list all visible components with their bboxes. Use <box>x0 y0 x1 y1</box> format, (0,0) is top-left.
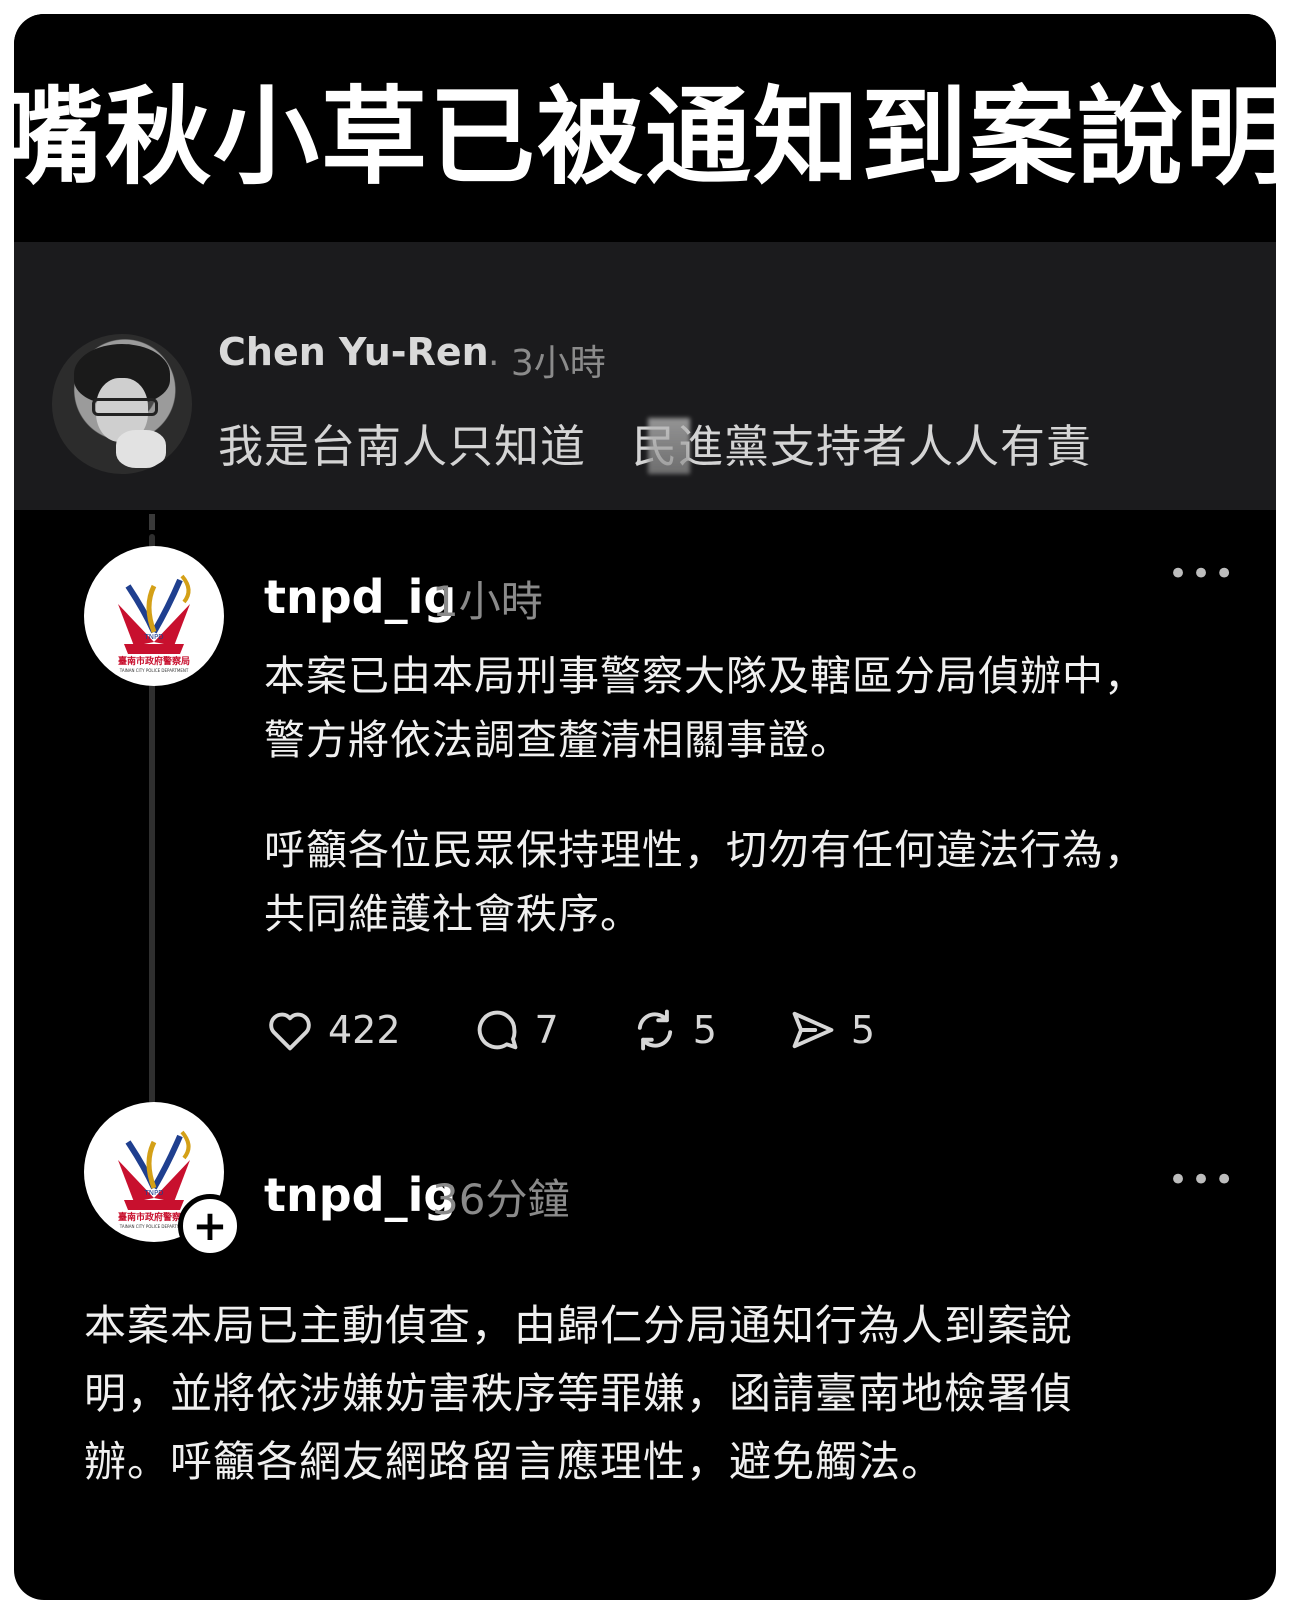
action-bar: 422 7 5 5 <box>264 1000 945 1060</box>
reply-line: 呼籲各位民眾保持理性，切勿有任何違法行為， <box>264 826 1146 874</box>
reply-line: 明，並將依涉嫌妨害秩序等罪嫌，函請臺南地檢署偵 <box>84 1369 1074 1418</box>
user-avatar[interactable] <box>52 334 192 474</box>
send-icon <box>792 1011 834 1049</box>
logo-abbrev: TNPD <box>143 633 163 641</box>
repost-count: 5 <box>692 1008 717 1052</box>
reply-line: 警方將依法調查釐清相關事證。 <box>264 716 852 764</box>
reply-author-name[interactable]: tnpd_ig <box>264 1168 456 1222</box>
quoted-post-time: · 3小時 <box>488 343 606 384</box>
comment-count: 7 <box>534 1008 559 1052</box>
more-options-icon[interactable]: ••• <box>1168 1160 1237 1200</box>
comment-icon <box>477 1010 517 1050</box>
repost-icon <box>637 1009 672 1051</box>
quoted-post[interactable]: Chen Yu-Ren · 3小時 我是台南人只知道 民進黨支持者人人有責 <box>14 242 1276 510</box>
like-button[interactable]: 422 <box>264 1004 401 1056</box>
comment-button[interactable]: 7 <box>471 1004 559 1056</box>
heart-icon <box>269 1012 311 1051</box>
more-options-icon[interactable]: ••• <box>1168 554 1237 594</box>
censored-character <box>648 418 690 474</box>
share-button[interactable]: 5 <box>787 1004 875 1056</box>
reply-line: 共同維護社會秩序。 <box>264 890 642 938</box>
reply-line: 本案本局已主動偵查，由歸仁分局通知行為人到案說 <box>84 1301 1074 1350</box>
reply-paragraph-2: 呼籲各位民眾保持理性，切勿有任何違法行為， 共同維護社會秩序。 <box>264 818 1146 946</box>
post-screenshot: 嘴秋小草已被通知到案說明 Chen Yu-Ren · 3小時 我是台南人只知道民… <box>14 14 1276 1600</box>
quoted-author-name[interactable]: Chen Yu-Ren <box>218 330 489 374</box>
quoted-text-part-1: 我是台南人只知道 <box>218 420 587 473</box>
plus-icon: + <box>192 1201 228 1250</box>
reply-body: 本案本局已主動偵查，由歸仁分局通知行為人到案說 明，並將依涉嫌妨害秩序等罪嫌，函… <box>84 1292 1073 1496</box>
reply-author-name[interactable]: tnpd_ig <box>264 570 456 624</box>
thread-connector <box>149 514 155 530</box>
like-count: 422 <box>328 1008 401 1052</box>
police-emblem-icon: TNPD 臺南市政府警察局 TAINAN CITY POLICE DEPARTM… <box>118 574 191 673</box>
follow-button[interactable]: + <box>178 1194 242 1258</box>
reply-paragraph-1: 本案已由本局刑事警察大隊及轄區分局偵辦中， 警方將依法調查釐清相關事證。 <box>264 644 1146 772</box>
reply-time: 36分鐘 <box>432 1175 570 1224</box>
headline-banner: 嘴秋小草已被通知到案說明 <box>14 14 1276 242</box>
quoted-text-part-2: 民進黨支持者人人有責 <box>632 420 1093 473</box>
reply-line: 本案已由本局刑事警察大隊及轄區分局偵辦中， <box>264 652 1146 700</box>
share-count: 5 <box>850 1008 876 1052</box>
repost-button[interactable]: 5 <box>629 1004 717 1056</box>
reply-line: 辦。呼籲各網友網路留言應理性，避免觸法。 <box>84 1437 945 1486</box>
reply-time: 1小時 <box>432 577 543 626</box>
logo-abbrev: TNPD <box>143 1189 163 1197</box>
logo-english: TAINAN CITY POLICE DEPARTMENT <box>119 668 189 673</box>
headline-text: 嘴秋小草已被通知到案說明 <box>14 76 1276 199</box>
logo-name: 臺南市政府警察局 <box>118 655 190 667</box>
police-logo-avatar[interactable]: TNPD 臺南市政府警察局 TAINAN CITY POLICE DEPARTM… <box>84 546 224 686</box>
